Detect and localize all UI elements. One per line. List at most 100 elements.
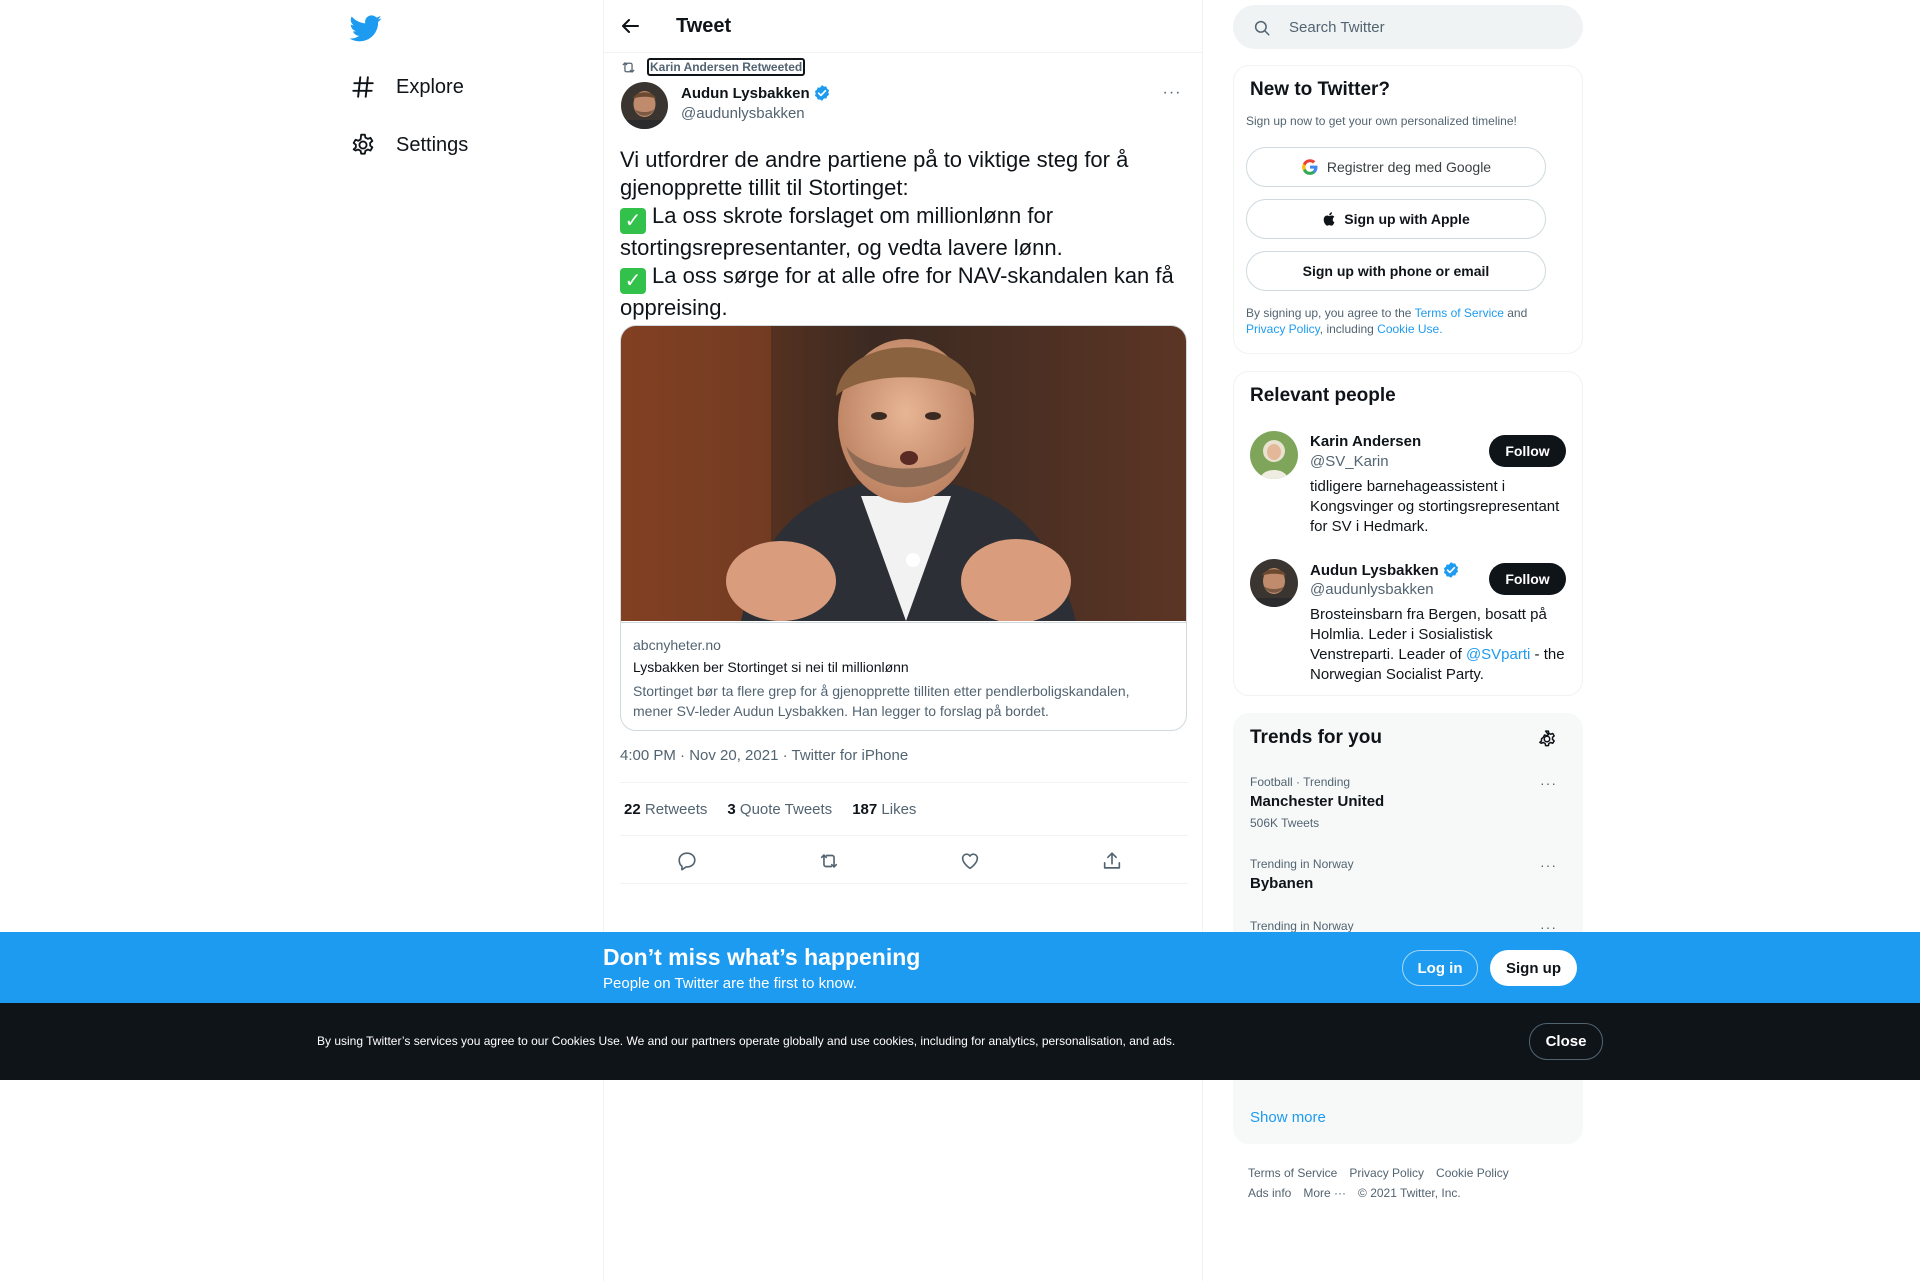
author-handle[interactable]: @audunlysbakken <box>681 105 805 122</box>
search-icon <box>1254 20 1270 36</box>
footer-link[interactable]: Terms of Service <box>1248 1166 1337 1180</box>
terms-text: By signing up, you agree to the <box>1246 306 1415 320</box>
card-domain: abcnyheter.no <box>633 637 721 653</box>
avatar[interactable] <box>1250 431 1298 479</box>
footer-link[interactable]: Privacy Policy <box>1349 1166 1424 1180</box>
quote-tweets-label: Quote Tweets <box>739 800 833 818</box>
retweets-stat[interactable]: 22 Retweets <box>624 801 707 818</box>
verified-badge-icon <box>1443 562 1458 578</box>
quote-tweets-count: 3 <box>727 800 736 818</box>
hashtag-icon <box>352 76 374 98</box>
likes-count: 187 <box>852 800 878 818</box>
page-header: Tweet <box>604 0 1202 53</box>
retweet-icon[interactable] <box>818 850 840 872</box>
close-button[interactable]: Close <box>1529 1023 1603 1060</box>
gear-icon <box>352 133 374 155</box>
more-options-icon[interactable]: ··· <box>1160 84 1184 102</box>
back-arrow-icon[interactable] <box>618 14 642 38</box>
person-handle[interactable]: @audunlysbakken <box>1310 581 1434 598</box>
reply-icon[interactable] <box>676 850 698 872</box>
banner-subtitle: People on Twitter are the first to know. <box>603 975 858 992</box>
tweet-stats: 22 Retweets 3 Quote Tweets 187 Likes <box>620 782 1188 836</box>
follow-button[interactable]: Follow <box>1489 563 1566 595</box>
trend-context: Football · Trending <box>1250 775 1351 789</box>
relevant-people-panel: Relevant people Karin Andersen @SV_Karin… <box>1233 371 1583 696</box>
new-to-twitter-panel: New to Twitter? Sign up now to get your … <box>1233 65 1583 354</box>
signup-terms: By signing up, you agree to the Terms of… <box>1246 305 1566 337</box>
search-bar[interactable] <box>1233 5 1583 49</box>
trend-count: 506K Tweets <box>1250 816 1320 830</box>
card-image <box>621 326 1186 621</box>
like-heart-icon[interactable] <box>959 850 981 872</box>
avatar[interactable] <box>1250 559 1298 607</box>
trend-item[interactable]: Trending in Norway ··· <box>1250 919 1570 935</box>
twitter-bird-icon[interactable] <box>350 12 382 44</box>
terms-text: and <box>1503 306 1528 320</box>
author-name-text: Audun Lysbakken <box>681 84 810 102</box>
google-signup-label: Registrer deg med Google <box>1326 159 1492 175</box>
tweet-text: Vi utfordrer de andre partiene på to vik… <box>620 146 1190 322</box>
follow-button[interactable]: Follow <box>1489 435 1566 467</box>
check-mark-icon: ✓ <box>620 208 646 234</box>
phone-email-signup-label: Sign up with phone or email <box>1302 263 1490 279</box>
terms-text: , including <box>1319 322 1378 336</box>
person-name[interactable]: Audun Lysbakken <box>1310 561 1460 579</box>
link-card[interactable]: abcnyheter.no Lysbakken ber Stortinget s… <box>620 325 1187 731</box>
google-logo-icon <box>1302 159 1318 175</box>
person-bio: tidligere barnehageassistent i Kongsving… <box>1310 478 1560 535</box>
trend-name: Bybanen <box>1250 875 1314 892</box>
page-title: Tweet <box>676 15 732 37</box>
copyright: © 2021 Twitter, Inc. <box>1358 1186 1461 1200</box>
privacy-policy-link[interactable]: Privacy Policy <box>1246 322 1320 336</box>
person-name-text: Audun Lysbakken <box>1310 561 1439 579</box>
footer-link[interactable]: Ads info <box>1248 1186 1291 1200</box>
person-name[interactable]: Karin Andersen <box>1310 433 1421 450</box>
banner-title: Don’t miss what’s happening <box>603 944 921 970</box>
apple-signup-label: Sign up with Apple <box>1344 211 1470 227</box>
nav-settings[interactable]: Settings <box>350 125 468 165</box>
footer-link[interactable]: Cookie Policy <box>1436 1166 1509 1180</box>
signup-button[interactable]: Sign up <box>1490 950 1577 986</box>
gear-icon[interactable] <box>1537 729 1557 749</box>
trend-context: Trending in Norway <box>1250 919 1354 933</box>
tweet-timestamp[interactable]: 4:00 PM · Nov 20, 2021 · Twitter for iPh… <box>620 747 908 764</box>
tweet-text-line: Vi utfordrer de andre partiene på to vik… <box>620 147 1129 200</box>
new-to-twitter-title: New to Twitter? <box>1250 79 1391 100</box>
trends-title: Trends for you <box>1250 727 1382 748</box>
nav-explore-label: Explore <box>396 75 464 98</box>
footer-links: Terms of Service Privacy Policy Cookie Pol… <box>1248 1163 1578 1203</box>
apple-logo-icon <box>1323 212 1335 226</box>
card-description: Stortinget bør ta flere grep for å gjeno… <box>633 683 1130 719</box>
nav-settings-label: Settings <box>396 133 469 156</box>
card-title: Lysbakken ber Stortinget si nei til mill… <box>633 659 909 675</box>
phone-email-signup-button[interactable]: Sign up with phone or email <box>1246 251 1546 291</box>
login-button[interactable]: Log in <box>1402 950 1478 986</box>
svparti-link[interactable]: @SVparti <box>1466 646 1530 663</box>
trend-item[interactable]: Trending in Norway Bybanen ··· <box>1250 857 1570 892</box>
trend-more-icon[interactable]: ··· <box>1540 775 1557 791</box>
show-more-link[interactable]: Show more <box>1250 1109 1326 1126</box>
cookie-use-link[interactable]: Cookie Use. <box>1377 322 1442 336</box>
trend-more-icon[interactable]: ··· <box>1540 857 1557 873</box>
terms-of-service-link[interactable]: Terms of Service <box>1415 306 1504 320</box>
person-handle[interactable]: @SV_Karin <box>1310 453 1389 470</box>
trend-item[interactable]: Football · Trending Manchester United 50… <box>1250 775 1570 830</box>
footer-link[interactable]: More ··· <box>1303 1186 1346 1200</box>
apple-signup-button[interactable]: Sign up with Apple <box>1246 199 1546 239</box>
card-body: abcnyheter.no Lysbakken ber Stortinget s… <box>621 622 1186 730</box>
likes-stat[interactable]: 187 Likes <box>852 801 916 818</box>
relevant-people-title: Relevant people <box>1250 385 1396 406</box>
google-signup-button[interactable]: Registrer deg med Google <box>1246 147 1546 187</box>
trend-name: Manchester United <box>1250 793 1385 810</box>
cookie-bar: By using Twitter’s services you agree to… <box>0 1003 1920 1080</box>
search-input[interactable] <box>1289 17 1559 37</box>
nav-explore[interactable]: Explore <box>350 67 464 107</box>
share-icon[interactable] <box>1101 850 1123 872</box>
author-name[interactable]: Audun Lysbakken <box>681 84 831 102</box>
cookie-text: By using Twitter’s services you agree to… <box>317 1034 1176 1048</box>
quote-tweets-stat[interactable]: 3 Quote Tweets <box>727 801 832 818</box>
author-avatar[interactable] <box>621 82 668 129</box>
retweet-icon <box>622 61 635 73</box>
tweet-text-line: ✓ La oss sørge for at alle ofre for NAV-s… <box>620 262 1190 322</box>
retweeted-by-link[interactable]: Karin Andersen Retweeted <box>647 58 806 76</box>
